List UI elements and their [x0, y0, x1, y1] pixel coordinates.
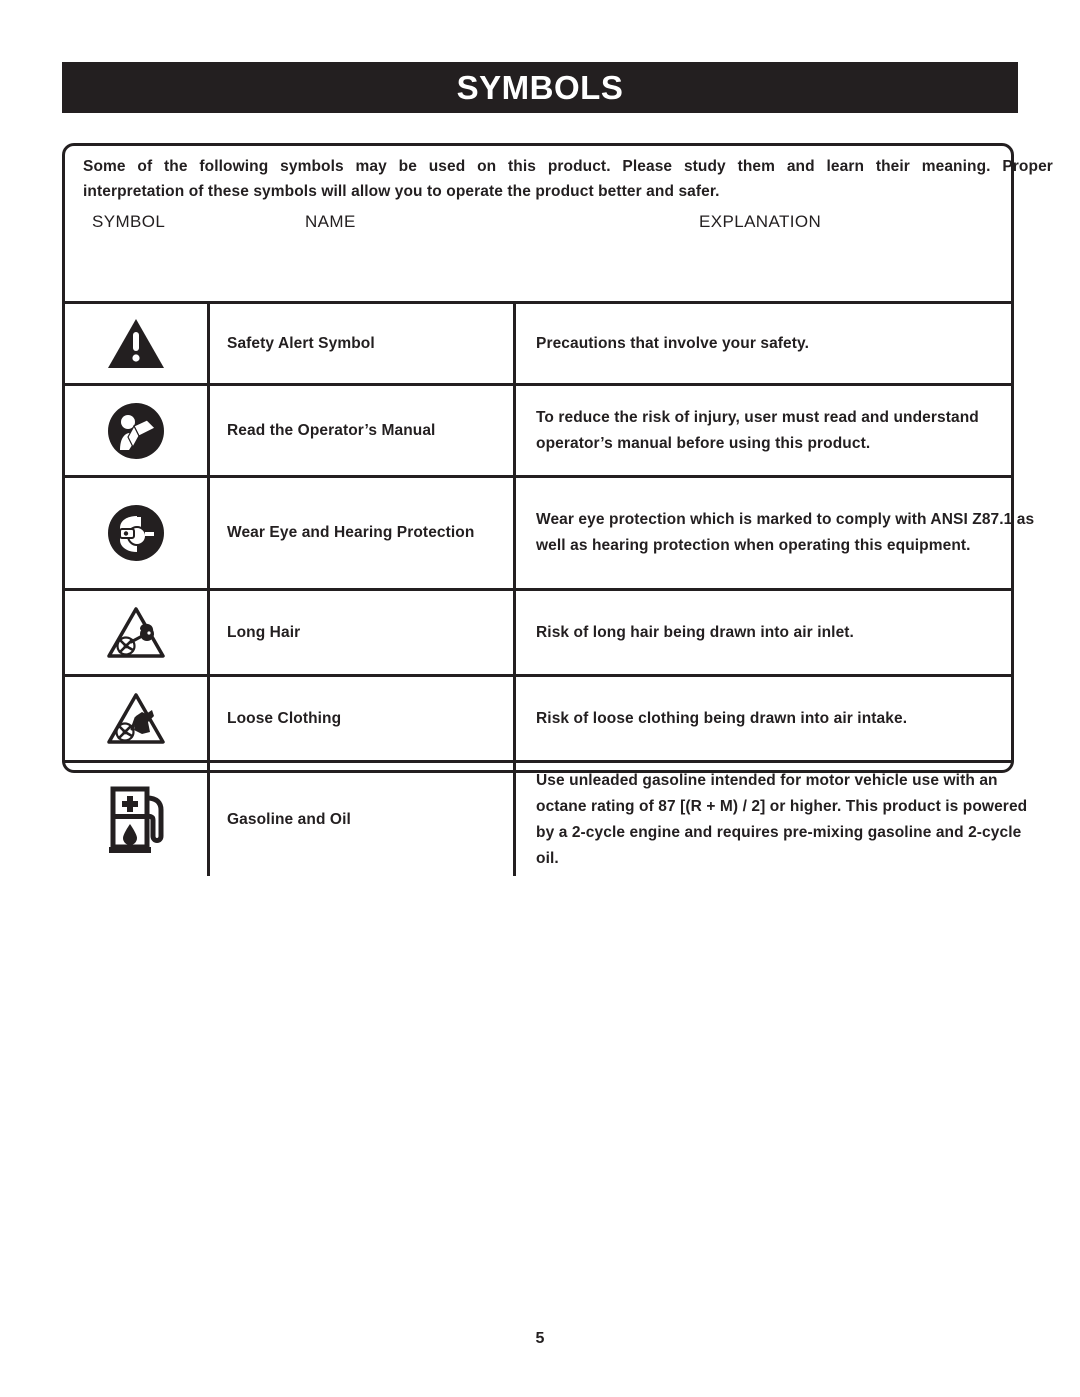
name-cell: Wear Eye and Hearing Protection — [210, 478, 516, 588]
long-hair-fan-warning-icon — [106, 606, 166, 660]
safety-alert-triangle-icon — [107, 318, 165, 370]
symbol-cell — [65, 677, 210, 760]
table-row: Read the Operator’s Manual To reduce the… — [65, 386, 1011, 478]
explanation-cell: Risk of loose clothing being drawn into … — [536, 709, 908, 727]
table-row: Long Hair Risk of long hair being drawn … — [65, 591, 1011, 677]
explanation-cell: To reduce the risk of injury, user must … — [536, 408, 979, 452]
page-title: SYMBOLS — [456, 68, 624, 106]
symbols-table: SYMBOL NAME EXPLANATION Safety Alert Sym… — [65, 204, 1034, 876]
table-row: Gasoline and Oil Use unleaded gasoline i… — [65, 763, 1027, 876]
page-number: 5 — [535, 1330, 545, 1347]
intro-word: may — [355, 158, 387, 175]
table-row: Wear Eye and Hearing Protection Wear eye… — [65, 478, 1034, 591]
intro-word: used — [428, 158, 466, 175]
name-cell: Loose Clothing — [210, 677, 516, 760]
intro-word: of — [137, 158, 153, 175]
explanation-cell: Risk of long hair being drawn into air i… — [536, 623, 854, 641]
table-header-row: SYMBOL NAME EXPLANATION — [65, 204, 1011, 243]
intro-word: product. — [547, 158, 611, 175]
gasoline-and-oil-pump-icon — [105, 784, 167, 856]
symbol-cell — [65, 304, 210, 383]
intro-word: study — [683, 158, 726, 175]
intro-word: Please — [622, 158, 673, 175]
intro-word: Proper — [1002, 158, 1053, 175]
intro-word: be — [398, 158, 417, 175]
page-title-banner: SYMBOLS — [62, 62, 1018, 113]
intro-word: symbols — [280, 158, 344, 175]
intro-word: meaning. — [921, 158, 991, 175]
intro-line-2: interpretation of these symbols will all… — [83, 183, 720, 200]
column-header-name: NAME — [305, 212, 356, 231]
eye-and-hearing-protection-icon — [107, 504, 165, 562]
intro-word: this — [508, 158, 537, 175]
name-cell: Gasoline and Oil — [210, 763, 516, 876]
intro-word: their — [875, 158, 910, 175]
name-cell: Long Hair — [210, 591, 516, 674]
column-header-explanation: EXPLANATION — [699, 212, 822, 231]
intro-word: them — [737, 158, 776, 175]
intro-word: learn — [826, 158, 865, 175]
explanation-cell: Precautions that involve your safety. — [536, 334, 810, 352]
intro-word: Some — [83, 158, 126, 175]
intro-paragraph: Some of the following symbols may be use… — [83, 154, 1053, 204]
table-body: Safety Alert Symbol Precautions that inv… — [65, 301, 1034, 876]
explanation-cell: Use unleaded gasoline intended for motor… — [536, 771, 1028, 867]
column-header-symbol: SYMBOL — [92, 212, 166, 231]
symbol-cell — [65, 763, 210, 876]
explanation-cell: Wear eye protection which is marked to c… — [536, 511, 1035, 554]
intro-word: and — [786, 158, 815, 175]
symbols-panel: Some of the following symbols may be use… — [62, 143, 1053, 876]
table-row: Loose Clothing Risk of loose clothing be… — [65, 677, 1011, 763]
intro-word: the — [164, 158, 188, 175]
intro-word: on — [477, 158, 497, 175]
symbol-cell — [65, 386, 210, 475]
intro-word: following — [199, 158, 269, 175]
loose-clothing-fan-warning-icon — [106, 692, 166, 746]
symbol-cell — [65, 478, 210, 588]
table-row: Safety Alert Symbol Precautions that inv… — [65, 304, 1011, 386]
name-cell: Read the Operator’s Manual — [210, 386, 516, 475]
read-operators-manual-icon — [107, 402, 165, 460]
name-cell: Safety Alert Symbol — [210, 304, 516, 383]
symbol-cell — [65, 591, 210, 674]
intro-line-1: Some of the following symbols may be use… — [83, 154, 1053, 179]
